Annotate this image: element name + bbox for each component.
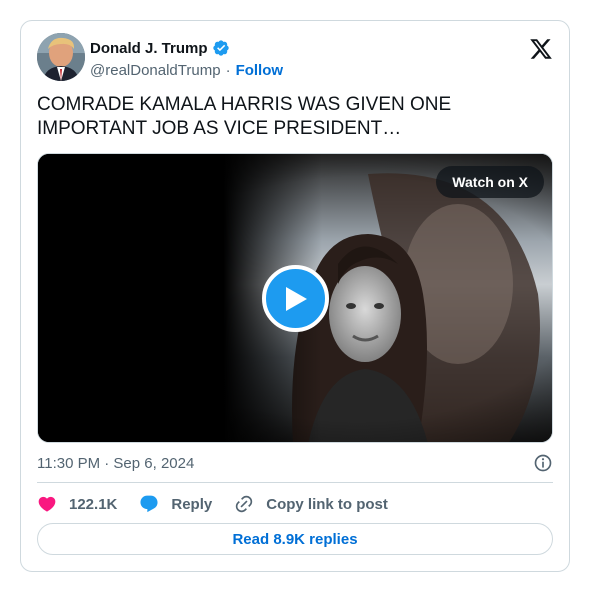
link-icon: [236, 495, 253, 513]
avatar-image: [37, 33, 85, 81]
like-count: 122.1K: [69, 495, 118, 513]
embedded-post-card: Donald J. Trump @realDonaldTrump · Follo…: [20, 20, 570, 572]
read-replies-button[interactable]: Read 8.9K replies: [37, 523, 553, 555]
action-bar: 122.1K Reply Copy link to post: [37, 492, 553, 516]
copy-link-label: Copy link to post: [266, 495, 388, 513]
post-timestamp[interactable]: 11:30 PM · Sep 6, 2024: [37, 455, 194, 472]
play-icon: [285, 286, 307, 311]
play-button[interactable]: [262, 265, 329, 332]
display-name[interactable]: Donald J. Trump: [90, 40, 208, 57]
post-header: Donald J. Trump @realDonaldTrump · Follo…: [37, 33, 553, 83]
handle-row: @realDonaldTrump · Follow: [90, 60, 283, 80]
divider: [37, 482, 553, 483]
video-player[interactable]: Watch on X: [37, 153, 553, 443]
reply-label: Reply: [171, 495, 213, 513]
copy-link-button[interactable]: Copy link to post: [234, 494, 388, 514]
verified-badge-icon: [212, 40, 229, 56]
watch-on-x-button[interactable]: Watch on X: [436, 166, 544, 198]
author-handle[interactable]: @realDonaldTrump: [90, 62, 221, 79]
reply-bubble-icon: [140, 495, 158, 513]
info-icon[interactable]: [533, 453, 553, 473]
follow-button[interactable]: Follow: [236, 62, 284, 79]
x-logo-icon[interactable]: [529, 37, 553, 61]
like-button[interactable]: 122.1K: [37, 494, 117, 514]
timestamp-row: 11:30 PM · Sep 6, 2024: [37, 453, 553, 473]
avatar[interactable]: [37, 33, 85, 81]
name-row: Donald J. Trump: [90, 38, 283, 58]
reply-button[interactable]: Reply: [139, 494, 212, 514]
heart-icon: [38, 496, 56, 512]
separator-dot: ·: [225, 61, 231, 79]
author-info: Donald J. Trump @realDonaldTrump · Follo…: [90, 38, 283, 80]
post-text: COMRADE KAMALA HARRIS WAS GIVEN ONE IMPO…: [37, 94, 452, 139]
